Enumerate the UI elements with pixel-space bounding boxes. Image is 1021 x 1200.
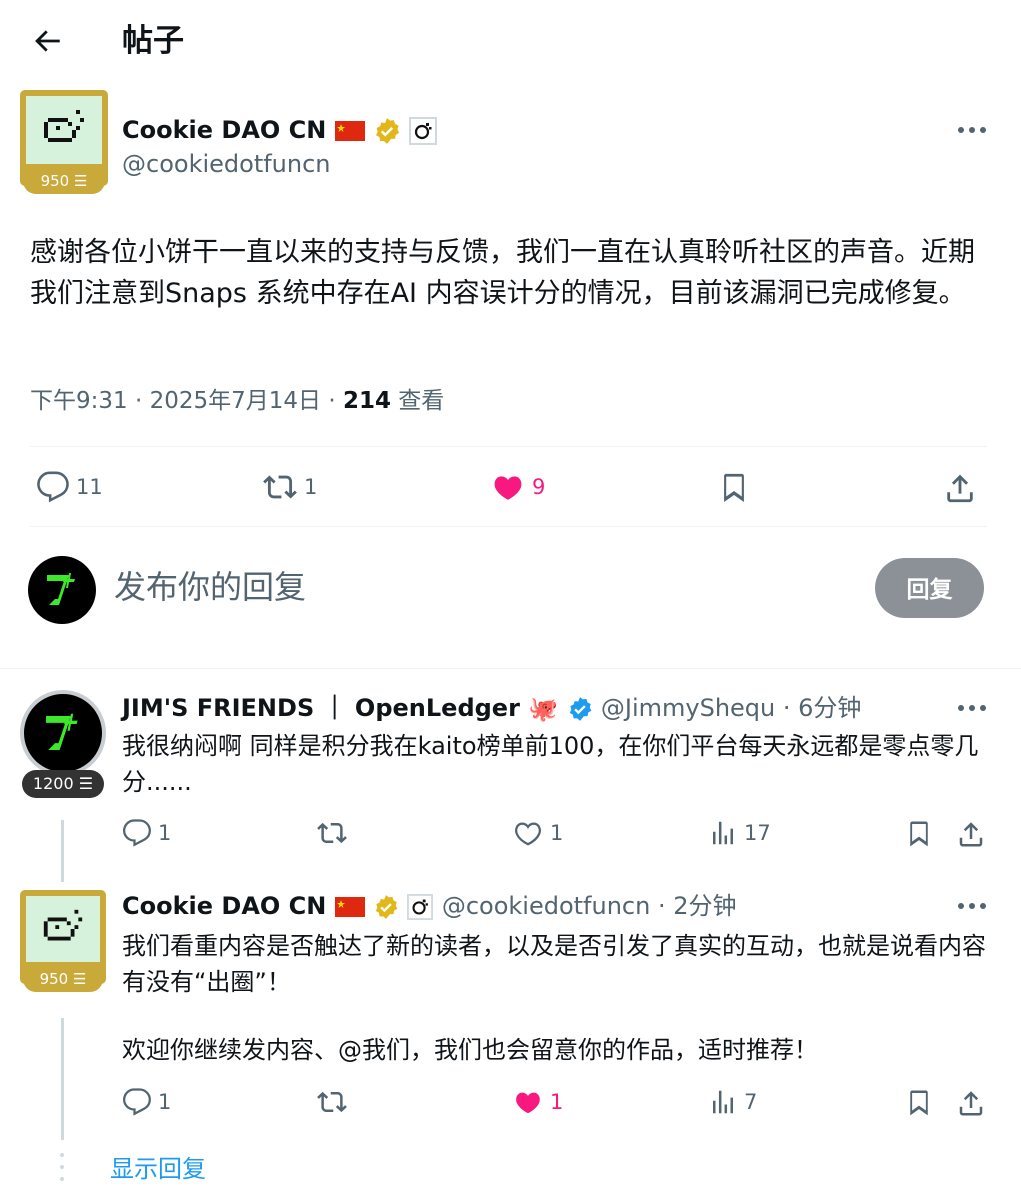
verified-gold-icon — [375, 895, 398, 919]
reply-input[interactable]: 发布你的回复 — [114, 566, 306, 608]
affiliate-cookie-icon — [407, 894, 434, 920]
reply-action[interactable]: 1 — [122, 1087, 171, 1117]
post-meta: 下午9:31 · 2025年7月14日 · 214 查看 — [30, 385, 444, 417]
view-count: 214 — [342, 388, 391, 414]
share-icon[interactable] — [956, 1087, 986, 1119]
views-action[interactable]: 7 — [708, 1087, 757, 1117]
reply-text: 我们看重内容是否触达了新的读者，以及是否引发了真实的互动，也就是说看内容有没有“… — [122, 932, 986, 996]
like-action[interactable]: 1 — [512, 1087, 563, 1117]
reply-text: 欢迎你继续发内容、@我们，我们也会留意你的作品，适时推荐！ — [122, 1036, 818, 1064]
share-icon[interactable] — [943, 470, 977, 506]
author-name[interactable]: Cookie DAO CN — [122, 116, 326, 144]
views-label: 查看 — [390, 388, 445, 414]
score-badge: 950 ☰ — [23, 168, 105, 194]
verified-blue-icon — [569, 697, 591, 721]
china-flag-icon — [334, 121, 365, 141]
like-count: 1 — [550, 821, 564, 845]
reply-action[interactable]: 11 — [36, 470, 103, 504]
bookmark-icon[interactable] — [904, 818, 934, 850]
reply-author-name[interactable]: Cookie DAO CN — [122, 892, 326, 920]
score-badge: 1200 ☰ — [22, 770, 104, 798]
reply-author-name[interactable]: JIM'S FRIENDS ｜ OpenLedger — [122, 694, 520, 722]
affiliate-cookie-icon — [409, 117, 438, 145]
view-count: 7 — [744, 1090, 758, 1114]
page-title: 帖子 — [122, 23, 184, 59]
divider — [30, 526, 987, 527]
avatar-logo-icon — [46, 713, 78, 750]
bookmark-icon[interactable] — [904, 1087, 934, 1119]
reply-avatar[interactable]: 950 ☰ — [20, 890, 106, 992]
reply-text: 我很纳闷啊 同样是积分我在kaito榜单前100，在你们平台每天永远都是零点零几… — [122, 732, 979, 796]
avatar-logo-icon — [47, 573, 75, 605]
reply-handle[interactable]: @cookiedotfuncn · 2分钟 — [442, 892, 737, 920]
heart-filled-icon — [516, 1092, 540, 1114]
thread-line — [61, 820, 64, 882]
reply-count: 11 — [76, 475, 103, 499]
repost-action[interactable]: 1 — [262, 470, 317, 504]
octopus-icon: 🐙 — [528, 695, 559, 723]
section-divider — [0, 668, 1021, 669]
reply-icon — [37, 471, 69, 503]
cookie-logo-icon — [44, 110, 84, 142]
like-count: 9 — [532, 475, 546, 499]
reply-count: 1 — [158, 821, 172, 845]
thread-line — [61, 1018, 64, 1140]
reply-action[interactable]: 1 — [122, 818, 171, 848]
author-handle[interactable]: @cookiedotfuncn — [122, 148, 331, 180]
view-count: 17 — [744, 821, 771, 845]
repost-action[interactable] — [316, 1087, 354, 1117]
post-text: 感谢各位小饼干一直以来的支持与反馈，我们一直在认真聆听社区的声音。近期我们注意到… — [30, 237, 975, 309]
more-options-icon[interactable] — [957, 704, 987, 712]
post-timestamp[interactable]: 下午9:31 · 2025年7月14日 · — [30, 388, 343, 414]
more-options-icon[interactable] — [957, 126, 987, 134]
back-arrow-icon[interactable] — [30, 24, 64, 58]
like-action[interactable]: 1 — [512, 818, 563, 848]
views-chart-icon — [713, 1090, 733, 1114]
reply-icon — [122, 1088, 151, 1116]
reply-button[interactable]: 回复 — [875, 558, 984, 618]
heart-filled-icon — [494, 476, 522, 500]
more-options-icon[interactable] — [957, 902, 987, 910]
score-badge: 950 ☰ — [23, 966, 103, 992]
divider — [30, 446, 987, 447]
repost-icon — [317, 822, 347, 844]
share-icon[interactable] — [956, 818, 986, 850]
repost-icon — [317, 1091, 347, 1113]
like-count: 1 — [550, 1090, 564, 1114]
my-avatar[interactable] — [28, 556, 96, 624]
show-replies-link[interactable]: 显示回复 — [110, 1152, 206, 1186]
reply-icon — [122, 819, 151, 847]
views-chart-icon — [713, 821, 733, 845]
repost-count: 1 — [304, 475, 318, 499]
like-action[interactable]: 9 — [490, 470, 545, 504]
bookmark-icon[interactable] — [717, 470, 751, 506]
reply-avatar[interactable] — [20, 690, 106, 776]
author-avatar[interactable]: 950 ☰ — [20, 90, 108, 194]
thread-dots-icon — [60, 1153, 64, 1181]
repost-action[interactable] — [316, 818, 354, 848]
verified-gold-icon — [376, 118, 400, 144]
reply-handle[interactable]: @JimmyShequ · 6分钟 — [601, 694, 862, 722]
heart-icon — [515, 822, 541, 846]
repost-icon — [263, 475, 297, 499]
cookie-logo-icon — [43, 909, 83, 941]
china-flag-icon — [334, 897, 365, 917]
views-action[interactable]: 17 — [708, 818, 771, 848]
reply-count: 1 — [158, 1090, 172, 1114]
